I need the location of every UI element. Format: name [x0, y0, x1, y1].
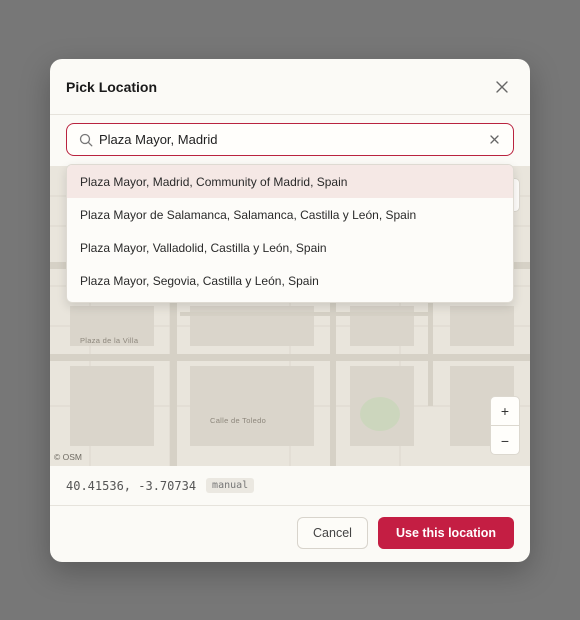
zoom-in-button[interactable]: + — [491, 397, 519, 426]
zoom-controls: + − — [490, 396, 520, 455]
close-button[interactable] — [492, 77, 512, 97]
map-label-plaza-de-la-villa: Plaza de la Villa — [80, 336, 139, 345]
search-box — [66, 123, 514, 156]
dialog-title: Pick Location — [66, 79, 158, 95]
clear-search-button[interactable] — [487, 133, 501, 147]
pick-location-dialog: Pick Location Plaza Mayor, Madrid Plaza … — [50, 59, 530, 562]
search-row — [50, 115, 530, 167]
suggestion-item[interactable]: Plaza Mayor, Valladolid, Castilla y León… — [67, 231, 513, 264]
search-icon — [79, 133, 93, 147]
use-location-button[interactable]: Use this location — [378, 517, 514, 549]
clear-icon — [489, 135, 499, 144]
cancel-button[interactable]: Cancel — [297, 517, 368, 549]
suggestion-item[interactable]: Plaza Mayor, Segovia, Castilla y León, S… — [67, 264, 513, 297]
location-search-input[interactable] — [99, 124, 487, 155]
suggestions-dropdown: Plaza Mayor, Madrid, Community of Madrid… — [66, 164, 514, 303]
close-icon — [496, 81, 508, 93]
coordinates-row: 40.41536, -3.70734 manual — [50, 466, 530, 506]
dialog-footer: Cancel Use this location — [50, 506, 530, 562]
zoom-out-button[interactable]: − — [491, 426, 519, 455]
coordinates-readout: 40.41536, -3.70734 — [66, 478, 197, 493]
map-attribution: © OSM — [54, 452, 82, 462]
suggestion-item[interactable]: Plaza Mayor de Salamanca, Salamanca, Cas… — [67, 198, 513, 231]
mode-badge: manual — [206, 478, 255, 493]
dialog-header: Pick Location — [50, 59, 530, 115]
suggestion-item[interactable]: Plaza Mayor, Madrid, Community of Madrid… — [67, 165, 513, 198]
map-label-calle-de-toledo: Calle de Toledo — [210, 416, 267, 425]
